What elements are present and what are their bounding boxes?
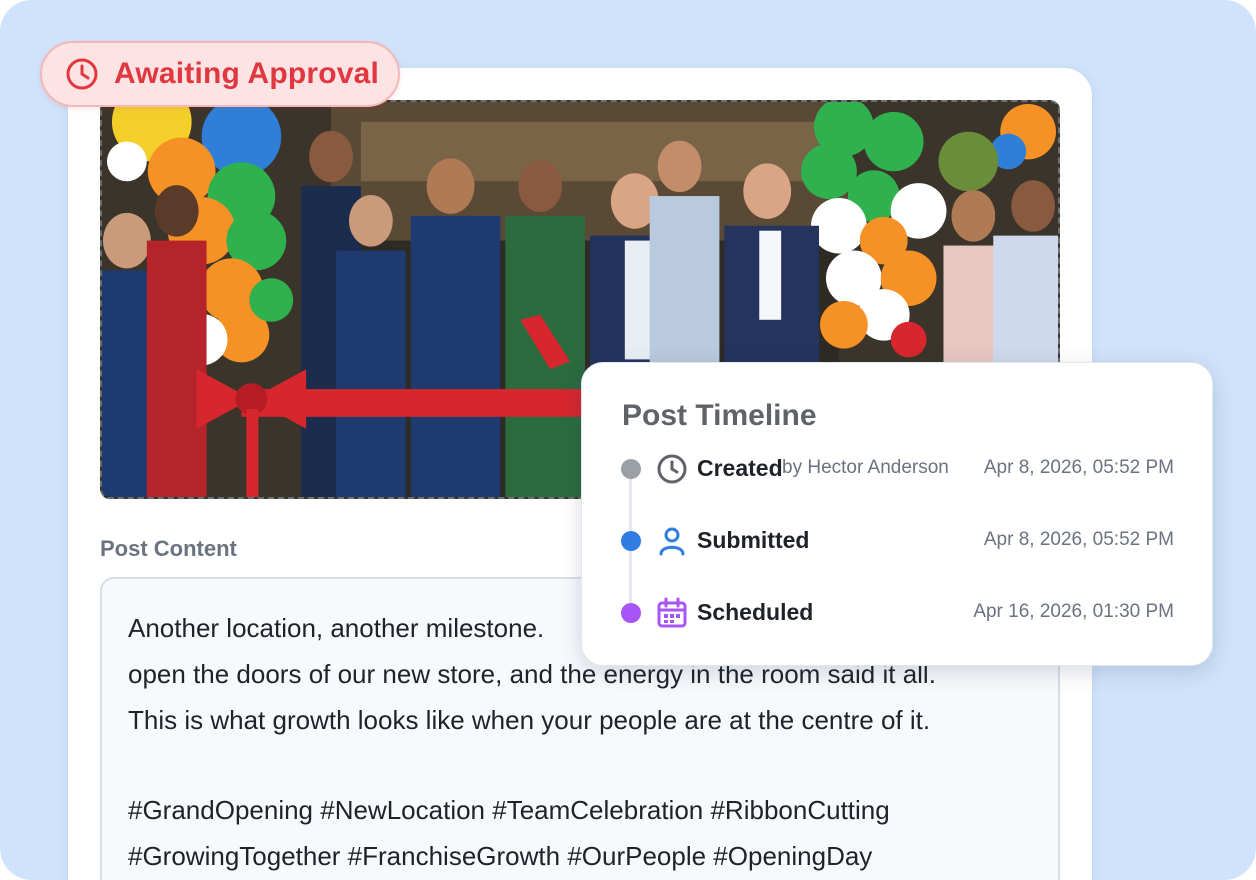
- event-time: Apr 16, 2026, 01:30 PM: [973, 601, 1174, 622]
- timeline-dot: [621, 603, 641, 623]
- timeline-event-scheduled: Scheduled Apr 16, 2026, 01:30 PM: [582, 593, 1214, 633]
- status-badge: Awaiting Approval: [40, 41, 400, 107]
- content-line: This is what growth looks like when your…: [128, 705, 931, 735]
- event-author: by Hector Anderson: [782, 457, 949, 478]
- clock-icon: [656, 453, 688, 485]
- event-name: Scheduled: [697, 599, 814, 625]
- clock-icon: [64, 56, 100, 92]
- timeline-event-submitted: Submitted Apr 8, 2026, 05:52 PM: [582, 521, 1214, 561]
- event-time: Apr 8, 2026, 05:52 PM: [983, 529, 1174, 550]
- hashtag-line: #GrandOpening #NewLocation #TeamCelebrat…: [128, 795, 890, 825]
- post-timeline-card: Post Timeline Created by Hector Anderson…: [581, 362, 1213, 666]
- event-name: Submitted: [697, 527, 810, 553]
- timeline-dot: [621, 531, 641, 551]
- timeline-title: Post Timeline: [622, 399, 817, 432]
- user-icon: [656, 525, 688, 557]
- hashtag-line: #GrowingTogether #FranchiseGrowth #OurPe…: [128, 841, 873, 871]
- event-time: Apr 8, 2026, 05:52 PM: [983, 457, 1174, 478]
- timeline-event-created: Created by Hector Anderson Apr 8, 2026, …: [582, 449, 1214, 489]
- post-content-label: Post Content: [100, 536, 237, 561]
- status-badge-label: Awaiting Approval: [114, 57, 380, 90]
- event-name: Created: [697, 455, 783, 481]
- timeline-dot: [621, 459, 641, 479]
- calendar-icon: [656, 597, 688, 629]
